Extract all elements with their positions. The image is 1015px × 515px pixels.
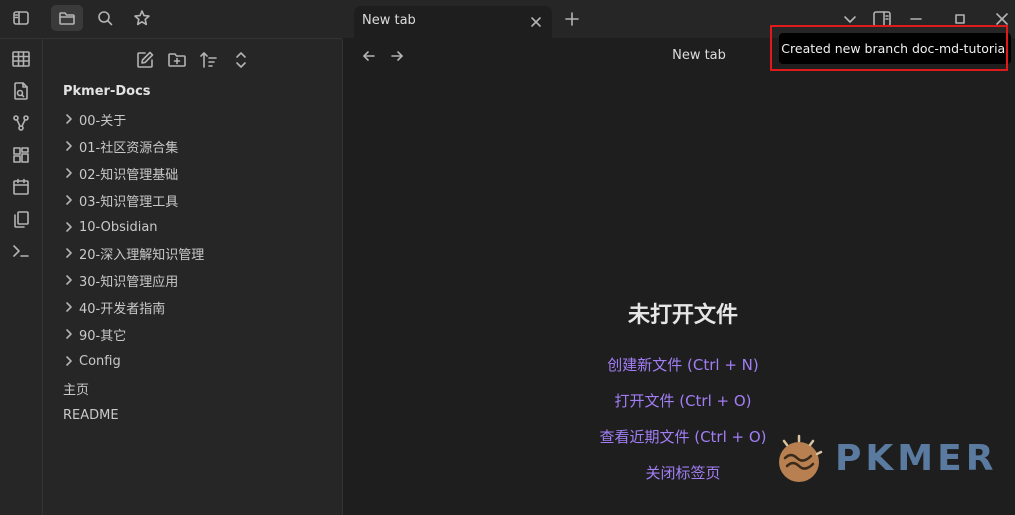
chevron-right-icon xyxy=(66,222,72,232)
folder-icon[interactable] xyxy=(51,5,83,31)
chevron-right-icon xyxy=(66,114,72,124)
vault-name[interactable]: Pkmer-Docs xyxy=(63,84,151,99)
folder-label: 03-知识管理工具 xyxy=(79,194,179,210)
close-tab-icon[interactable] xyxy=(528,14,544,30)
folder-item[interactable]: 20-深入理解知识管理 xyxy=(63,242,204,264)
sidebar-toggle-icon[interactable] xyxy=(5,5,37,31)
folder-item[interactable]: 02-知识管理基础 xyxy=(63,162,178,184)
file-explorer: Pkmer-Docs 00-关于 01-社区资源合集 02-知识管理基础 03-… xyxy=(43,39,343,515)
search-icon[interactable] xyxy=(89,5,121,31)
folder-label: 00-关于 xyxy=(79,113,127,129)
file-search-icon[interactable] xyxy=(11,81,31,101)
folder-item[interactable]: 03-知识管理工具 xyxy=(63,189,178,211)
ribbon xyxy=(0,39,43,515)
calendar-icon[interactable] xyxy=(11,177,31,197)
terminal-icon[interactable] xyxy=(11,241,31,261)
chevron-right-icon xyxy=(66,329,72,339)
star-icon[interactable] xyxy=(126,5,158,31)
dashboard-icon[interactable] xyxy=(11,145,31,165)
folder-label: 30-知识管理应用 xyxy=(79,274,179,290)
chevron-right-icon xyxy=(66,248,72,258)
empty-state-title: 未打开文件 xyxy=(627,303,738,328)
tab-label: New tab xyxy=(362,13,416,28)
watermark-text: PKMER xyxy=(835,438,998,479)
folder-label: 90-其它 xyxy=(79,328,127,344)
folder-label: Config xyxy=(79,353,121,369)
copy-icon[interactable] xyxy=(11,209,31,229)
folder-label: 40-开发者指南 xyxy=(79,301,166,317)
chevron-right-icon xyxy=(66,168,72,178)
folder-item[interactable]: 90-其它 xyxy=(63,323,126,345)
file-label: 主页 xyxy=(63,382,90,398)
new-folder-icon[interactable] xyxy=(167,50,187,70)
folder-label: 01-社区资源合集 xyxy=(79,140,179,156)
create-new-file-link[interactable]: 创建新文件 (Ctrl + N) xyxy=(343,354,1015,375)
table-icon[interactable] xyxy=(11,49,31,69)
folder-item[interactable]: 40-开发者指南 xyxy=(63,296,165,318)
file-item[interactable]: README xyxy=(63,404,119,426)
new-tab-icon[interactable] xyxy=(563,10,581,28)
graph-icon[interactable] xyxy=(11,113,31,133)
folder-item[interactable]: 00-关于 xyxy=(63,108,126,130)
new-note-icon[interactable] xyxy=(135,50,155,70)
folder-item[interactable]: 30-知识管理应用 xyxy=(63,269,178,291)
chevron-right-icon xyxy=(66,356,72,366)
chevron-right-icon xyxy=(66,141,72,151)
chevron-right-icon xyxy=(66,195,72,205)
chevron-right-icon xyxy=(66,275,72,285)
collapse-icon[interactable] xyxy=(231,50,251,70)
sort-icon[interactable] xyxy=(199,50,219,70)
tab-new-tab[interactable]: New tab xyxy=(354,6,552,38)
folder-label: 10-Obsidian xyxy=(79,219,158,235)
file-label: README xyxy=(63,407,119,423)
file-item[interactable]: 主页 xyxy=(63,377,89,399)
folder-item[interactable]: 01-社区资源合集 xyxy=(63,135,178,157)
open-file-link[interactable]: 打开文件 (Ctrl + O) xyxy=(343,390,1015,411)
highlight-box xyxy=(770,25,1008,71)
folder-item[interactable]: Config xyxy=(63,350,121,372)
pkmer-watermark: PKMER xyxy=(775,432,1000,487)
folder-label: 20-深入理解知识管理 xyxy=(79,247,205,263)
chevron-right-icon xyxy=(66,302,72,312)
folder-item[interactable]: 10-Obsidian xyxy=(63,216,158,238)
pkmer-logo-icon xyxy=(779,434,823,482)
folder-label: 02-知识管理基础 xyxy=(79,167,179,183)
